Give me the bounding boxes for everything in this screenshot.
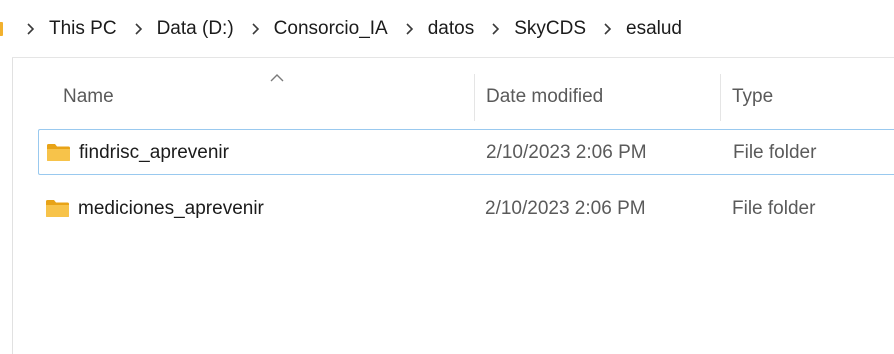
column-header-type[interactable]: Type bbox=[732, 86, 773, 108]
address-bar[interactable]: This PC Data (D:) Consorcio_IA datos Sky… bbox=[0, 0, 894, 57]
column-header-date-modified[interactable]: Date modified bbox=[486, 86, 603, 108]
breadcrumb-item-data-drive[interactable]: Data (D:) bbox=[157, 18, 234, 40]
file-date-modified: 2/10/2023 2:06 PM bbox=[485, 198, 646, 219]
file-type: File folder bbox=[733, 142, 817, 163]
breadcrumb-item-this-pc[interactable]: This PC bbox=[49, 18, 117, 40]
breadcrumb: This PC Data (D:) Consorcio_IA datos Sky… bbox=[26, 16, 699, 42]
file-explorer-window: This PC Data (D:) Consorcio_IA datos Sky… bbox=[0, 0, 894, 354]
folder-icon bbox=[46, 200, 69, 217]
breadcrumb-item-esalud[interactable]: esalud bbox=[626, 18, 682, 40]
file-date-modified: 2/10/2023 2:06 PM bbox=[486, 142, 647, 163]
file-name[interactable]: mediciones_aprevenir bbox=[78, 198, 264, 220]
file-type: File folder bbox=[732, 198, 816, 219]
address-folder-icon bbox=[0, 22, 3, 36]
chevron-right-icon[interactable] bbox=[251, 22, 260, 36]
file-name[interactable]: findrisc_aprevenir bbox=[79, 142, 229, 164]
column-header-name[interactable]: Name bbox=[63, 86, 114, 108]
breadcrumb-item-consorcio-ia[interactable]: Consorcio_IA bbox=[274, 18, 388, 40]
breadcrumb-item-skycds[interactable]: SkyCDS bbox=[514, 18, 586, 40]
file-row[interactable]: findrisc_aprevenir 2/10/2023 2:06 PM Fil… bbox=[38, 129, 894, 175]
chevron-right-icon[interactable] bbox=[134, 22, 143, 36]
chevron-right-icon[interactable] bbox=[26, 22, 35, 36]
file-row[interactable]: mediciones_aprevenir 2/10/2023 2:06 PM F… bbox=[38, 186, 894, 232]
folder-icon bbox=[47, 144, 70, 161]
chevron-right-icon[interactable] bbox=[405, 22, 414, 36]
column-resize-handle[interactable] bbox=[474, 74, 475, 121]
column-resize-handle[interactable] bbox=[720, 74, 721, 121]
chevron-right-icon[interactable] bbox=[603, 22, 612, 36]
sort-ascending-icon bbox=[270, 74, 284, 82]
column-header-row: Name Date modified Type bbox=[13, 58, 894, 122]
breadcrumb-item-datos[interactable]: datos bbox=[428, 18, 474, 40]
chevron-right-icon[interactable] bbox=[491, 22, 500, 36]
